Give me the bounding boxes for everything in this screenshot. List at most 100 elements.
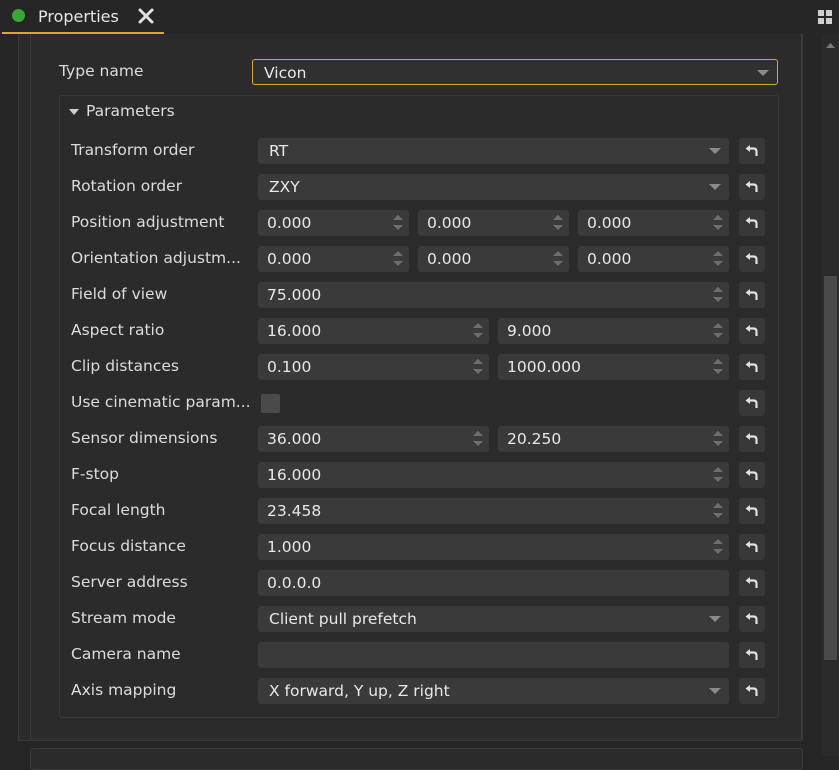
- spin-up-icon[interactable]: [713, 503, 723, 508]
- spin-down-icon[interactable]: [473, 333, 483, 338]
- type-name-dropdown[interactable]: Vicon: [252, 59, 778, 85]
- field-of-view-reset-button[interactable]: [739, 282, 765, 308]
- spin-down-icon[interactable]: [713, 297, 723, 302]
- sensor-dimensions-reset-button[interactable]: [739, 426, 765, 452]
- spin-down-icon[interactable]: [713, 261, 723, 266]
- collapse-triangle-icon[interactable]: [69, 109, 79, 115]
- clip-distances-spinbox-2[interactable]: 1000.000: [498, 354, 729, 380]
- sensor-dimensions-spinbox-2[interactable]: 20.250: [498, 426, 729, 452]
- orientation-adjustm-spinbox-z[interactable]: 0.000: [578, 246, 729, 272]
- clip-distances-spinbox-1[interactable]: 0.100: [258, 354, 489, 380]
- orientation-adjustm-reset-button[interactable]: [739, 246, 765, 272]
- spinner-arrows-icon[interactable]: [473, 358, 483, 376]
- layout-icon[interactable]: [817, 9, 833, 25]
- spin-up-icon[interactable]: [713, 359, 723, 364]
- spin-up-icon[interactable]: [713, 215, 723, 220]
- spin-up-icon[interactable]: [393, 251, 403, 256]
- focal-length-reset-button[interactable]: [739, 498, 765, 524]
- scrollbar[interactable]: [822, 34, 839, 756]
- field-of-view-spinbox[interactable]: 75.000: [258, 282, 729, 308]
- axis-mapping-reset-button[interactable]: [739, 678, 765, 704]
- position-adjustment-spinbox-y[interactable]: 0.000: [418, 210, 569, 236]
- parameters-header[interactable]: Parameters: [86, 102, 175, 120]
- spin-down-icon[interactable]: [713, 225, 723, 230]
- spin-up-icon[interactable]: [713, 431, 723, 436]
- spin-up-icon[interactable]: [553, 215, 563, 220]
- use-cinematic-param-reset-button[interactable]: [739, 390, 765, 416]
- spinner-arrows-icon[interactable]: [393, 214, 403, 232]
- focus-distance-spinbox[interactable]: 1.000: [258, 534, 729, 560]
- stream-mode-reset-button[interactable]: [739, 606, 765, 632]
- sensor-dimensions-spinbox-1[interactable]: 36.000: [258, 426, 489, 452]
- use-cinematic-param-checkbox[interactable]: [261, 394, 280, 413]
- spin-down-icon[interactable]: [473, 369, 483, 374]
- aspect-ratio-reset-button[interactable]: [739, 318, 765, 344]
- tab-properties[interactable]: Properties: [2, 0, 164, 34]
- focus-distance-reset-button[interactable]: [739, 534, 765, 560]
- spinner-arrows-icon[interactable]: [713, 322, 723, 340]
- position-adjustment-spinbox-z[interactable]: 0.000: [578, 210, 729, 236]
- position-adjustment-spinbox-x[interactable]: 0.000: [258, 210, 409, 236]
- rotation-order-dropdown[interactable]: ZXY: [258, 174, 729, 200]
- spin-up-icon[interactable]: [473, 359, 483, 364]
- scroll-up-icon[interactable]: [824, 38, 837, 51]
- spin-down-icon[interactable]: [393, 225, 403, 230]
- spin-down-icon[interactable]: [393, 261, 403, 266]
- spin-up-icon[interactable]: [713, 251, 723, 256]
- clip-distances-spinbox-2-value: 1000.000: [507, 358, 581, 376]
- spin-down-icon[interactable]: [713, 333, 723, 338]
- f-stop-reset-button[interactable]: [739, 462, 765, 488]
- spinner-arrows-icon[interactable]: [713, 286, 723, 304]
- close-icon[interactable]: [136, 6, 156, 26]
- spin-down-icon[interactable]: [713, 477, 723, 482]
- aspect-ratio-spinbox-1[interactable]: 16.000: [258, 318, 489, 344]
- axis-mapping-dropdown[interactable]: X forward, Y up, Z right: [258, 678, 729, 704]
- spin-up-icon[interactable]: [713, 467, 723, 472]
- server-address-input[interactable]: 0.0.0.0: [258, 570, 729, 596]
- clip-distances-reset-button[interactable]: [739, 354, 765, 380]
- orientation-adjustm-spinbox-x[interactable]: 0.000: [258, 246, 409, 272]
- spin-up-icon[interactable]: [473, 323, 483, 328]
- spinner-arrows-icon[interactable]: [553, 250, 563, 268]
- focal-length-spinbox[interactable]: 23.458: [258, 498, 729, 524]
- spinner-arrows-icon[interactable]: [473, 322, 483, 340]
- f-stop-spinbox[interactable]: 16.000: [258, 462, 729, 488]
- spin-up-icon[interactable]: [553, 251, 563, 256]
- spin-up-icon[interactable]: [473, 431, 483, 436]
- spinner-arrows-icon[interactable]: [713, 358, 723, 376]
- spin-down-icon[interactable]: [713, 369, 723, 374]
- spinner-arrows-icon[interactable]: [473, 430, 483, 448]
- spin-down-icon[interactable]: [553, 225, 563, 230]
- spin-down-icon[interactable]: [713, 441, 723, 446]
- spin-up-icon[interactable]: [713, 539, 723, 544]
- spin-down-icon[interactable]: [473, 441, 483, 446]
- rotation-order-reset-button[interactable]: [739, 174, 765, 200]
- camera-name-input[interactable]: [258, 642, 729, 668]
- spin-up-icon[interactable]: [713, 323, 723, 328]
- spinner-arrows-icon[interactable]: [713, 430, 723, 448]
- spin-down-icon[interactable]: [553, 261, 563, 266]
- spin-up-icon[interactable]: [393, 215, 403, 220]
- transform-order-reset-button[interactable]: [739, 138, 765, 164]
- orientation-adjustm-spinbox-y[interactable]: 0.000: [418, 246, 569, 272]
- spinner-arrows-icon[interactable]: [713, 214, 723, 232]
- aspect-ratio-spinbox-2[interactable]: 9.000: [498, 318, 729, 344]
- spinner-arrows-icon[interactable]: [393, 250, 403, 268]
- spinner-arrows-icon[interactable]: [713, 502, 723, 520]
- type-name-value: Vicon: [264, 64, 307, 82]
- stream-mode-dropdown[interactable]: Client pull prefetch: [258, 606, 729, 632]
- scrollbar-thumb[interactable]: [824, 276, 837, 660]
- spinner-arrows-icon[interactable]: [713, 466, 723, 484]
- spinner-arrows-icon[interactable]: [713, 250, 723, 268]
- spinner-arrows-icon[interactable]: [713, 538, 723, 556]
- spinner-arrows-icon[interactable]: [553, 214, 563, 232]
- spin-up-icon[interactable]: [713, 287, 723, 292]
- server-address-reset-button[interactable]: [739, 570, 765, 596]
- camera-name-reset-button[interactable]: [739, 642, 765, 668]
- spin-down-icon[interactable]: [713, 513, 723, 518]
- chevron-down-icon: [709, 688, 721, 694]
- transform-order-label: Transform order: [71, 141, 195, 159]
- position-adjustment-reset-button[interactable]: [739, 210, 765, 236]
- spin-down-icon[interactable]: [713, 549, 723, 554]
- transform-order-dropdown[interactable]: RT: [258, 138, 729, 164]
